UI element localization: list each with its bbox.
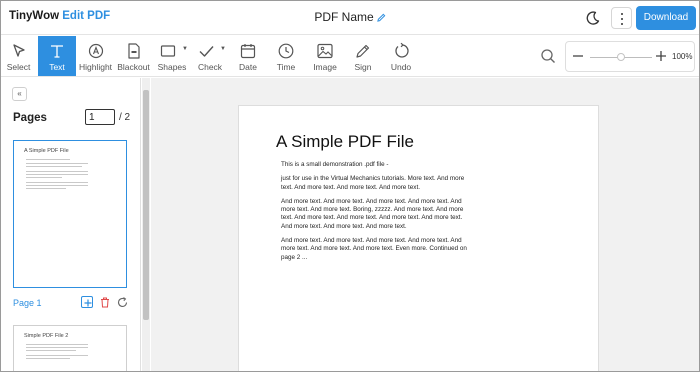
document-canvas[interactable]: A Simple PDF File This is a small demons…: [151, 78, 699, 371]
calendar-icon: [240, 44, 256, 59]
image-icon: [317, 43, 333, 59]
toolbar: Select Text Highlight Blackout ▼ Shapes …: [1, 36, 699, 77]
tool-label: Shapes: [157, 62, 187, 72]
tool-label: Blackout: [117, 62, 150, 72]
thumbnail-text-line: [26, 188, 66, 189]
pdf-paragraph[interactable]: just for use in the Virtual Mechanics tu…: [281, 175, 473, 192]
thumbnail-text-line: [26, 171, 88, 172]
tool-sign[interactable]: Sign: [346, 36, 380, 76]
tool-image[interactable]: Image: [306, 36, 344, 76]
document-name[interactable]: PDF Name: [314, 10, 373, 24]
pen-icon: [356, 44, 370, 58]
pdf-paragraph[interactable]: This is a small demonstration .pdf file …: [281, 161, 473, 169]
zoom-in-icon[interactable]: [655, 50, 667, 62]
thumbnail-text-line: [26, 174, 88, 175]
thumbnail-text-line: [26, 347, 88, 348]
sidebar-scrollbar[interactable]: [142, 78, 150, 371]
tool-label: Undo: [390, 62, 412, 72]
tool-label: Select: [6, 62, 31, 72]
tool-label: Highlight: [78, 62, 113, 72]
text-icon: [51, 45, 63, 58]
undo-icon: [395, 42, 409, 58]
tool-check[interactable]: ▼ Check: [192, 36, 228, 76]
rotate-icon[interactable]: [117, 297, 128, 308]
trash-icon[interactable]: [100, 297, 110, 308]
thumbnail-text-line: [26, 166, 82, 167]
chevron-down-icon: ▼: [220, 46, 226, 52]
tool-blackout[interactable]: Blackout: [115, 36, 152, 76]
pencil-icon[interactable]: [376, 13, 386, 22]
thumbnail-title: Simple PDF File 2: [24, 333, 69, 339]
thumbnail-text-line: [26, 344, 88, 345]
dot-icon: [621, 13, 623, 15]
pdf-paragraph[interactable]: And more text. And more text. And more t…: [281, 198, 473, 231]
pdf-title[interactable]: A Simple PDF File: [276, 132, 414, 152]
highlight-icon: [88, 43, 103, 59]
page-total: / 2: [119, 112, 131, 123]
tool-label: Time: [276, 62, 296, 72]
chevron-down-icon: ▼: [182, 46, 188, 52]
plus-icon: [84, 299, 92, 307]
tool-label: Image: [313, 62, 337, 72]
more-options-button[interactable]: [611, 7, 632, 29]
tool-time[interactable]: Time: [268, 36, 304, 76]
scrollbar-thumb[interactable]: [143, 90, 149, 320]
thumbnail-text-line: [26, 355, 88, 356]
collapse-sidebar-button[interactable]: «: [12, 87, 27, 101]
brand-logo[interactable]: TinyWow Edit PDF: [9, 10, 110, 22]
tool-shapes[interactable]: ▼ Shapes: [154, 36, 190, 76]
header-bar: TinyWow Edit PDF PDF Name Download: [1, 1, 699, 35]
tool-label: Sign: [354, 62, 372, 72]
thumbnail-text-line: [26, 350, 76, 351]
tool-label: Date: [239, 62, 257, 72]
shapes-icon: [160, 45, 176, 57]
tool-undo[interactable]: Undo: [384, 36, 418, 76]
moon-icon[interactable]: [585, 10, 601, 26]
blackout-icon: [127, 43, 140, 59]
page-number-input[interactable]: [85, 109, 115, 125]
zoom-value: 100%: [672, 52, 693, 61]
pages-title: Pages: [13, 112, 47, 124]
zoom-control: 100%: [565, 41, 695, 72]
zoom-out-icon[interactable]: [572, 50, 584, 62]
thumbnail-text-line: [26, 163, 88, 164]
pages-sidebar: « Pages / 2 A Simple PDF File Page 1: [1, 78, 141, 371]
thumbnail-text-line: [26, 159, 70, 160]
pdf-body: This is a small demonstration .pdf file …: [281, 161, 473, 268]
page-label: Page 1: [13, 298, 42, 308]
tool-label: Check: [197, 62, 223, 72]
check-icon: [199, 46, 214, 57]
search-icon[interactable]: [540, 48, 556, 64]
page-thumbnail-1[interactable]: A Simple PDF File: [13, 140, 127, 288]
add-page-button[interactable]: [81, 296, 93, 308]
dot-icon: [621, 23, 623, 25]
clock-icon: [278, 43, 294, 59]
thumbnail-text-line: [26, 182, 88, 183]
zoom-slider-thumb[interactable]: [617, 53, 625, 61]
cursor-icon: [12, 44, 25, 57]
tool-highlight[interactable]: Highlight: [78, 36, 113, 76]
page-thumbnail-2[interactable]: Simple PDF File 2: [13, 325, 127, 371]
tool-select[interactable]: Select: [1, 36, 36, 76]
thumbnail-text-line: [26, 185, 88, 186]
thumbnail-text-line: [26, 177, 62, 178]
dot-icon: [621, 18, 623, 20]
tool-text[interactable]: Text: [38, 36, 76, 76]
pdf-page[interactable]: A Simple PDF File This is a small demons…: [238, 105, 599, 371]
thumbnail-text-line: [26, 358, 70, 359]
download-button[interactable]: Download: [636, 6, 696, 30]
pdf-paragraph[interactable]: And more text. And more text. And more t…: [281, 237, 473, 262]
brand-name: TinyWow: [9, 10, 60, 22]
app-window: TinyWow Edit PDF PDF Name Download Selec…: [0, 0, 700, 372]
tool-label: Text: [49, 62, 65, 72]
brand-product: Edit PDF: [62, 10, 111, 22]
thumbnail-title: A Simple PDF File: [24, 148, 69, 154]
tool-date[interactable]: Date: [230, 36, 266, 76]
